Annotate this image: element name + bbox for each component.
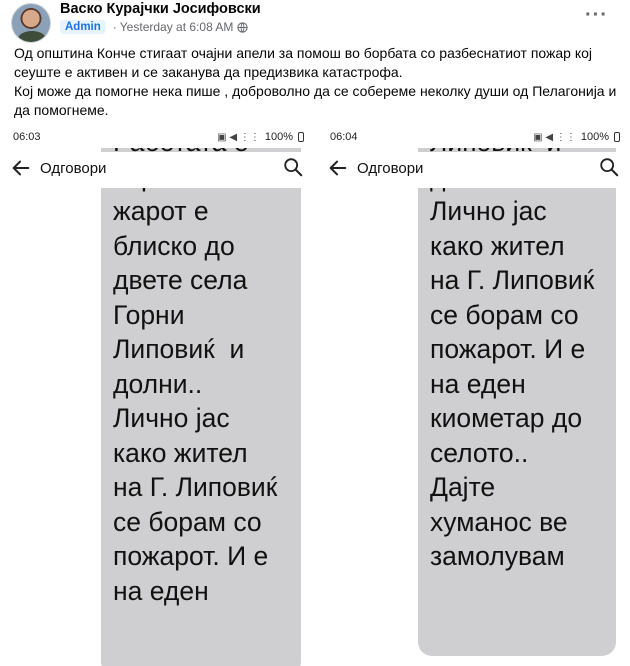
status-icons: ▣ ◀ ⋮⋮ 100% — [217, 131, 304, 143]
globe-icon — [237, 21, 249, 33]
post-text-paragraph-2: Кој може да помогне нека пише , добровол… — [14, 83, 617, 118]
status-time: 06:04 — [330, 131, 358, 143]
status-time: 06:03 — [13, 131, 41, 143]
app-bar-title: Одговори — [40, 160, 107, 177]
meta-separator: · — [112, 20, 117, 34]
app-bar-title: Одговори — [357, 160, 424, 177]
screenshot-right: Липовиќ и долни.. Лично јас како жител н… — [321, 126, 630, 666]
app-bar: Одговори — [321, 152, 630, 188]
notification-icons: ▣ ◀ ⋮⋮ — [217, 131, 260, 143]
post-text-paragraph-1: Од општина Конче стигаат очајни апели за… — [14, 45, 593, 80]
message-bubble: Работата е сириозна..По жарот е блиско д… — [101, 126, 301, 666]
status-bar: 06:04 ▣ ◀ ⋮⋮ 100% — [321, 126, 630, 148]
message-text: Работата е сириозна..По жарот е блиско д… — [113, 127, 278, 606]
search-icon[interactable] — [282, 156, 304, 178]
message-bubble: Липовиќ и долни.. Лично јас како жител н… — [418, 126, 616, 656]
screenshot-left: Работата е сириозна..По жарот е блиско д… — [4, 126, 314, 666]
admin-badge: Admin — [60, 20, 106, 34]
app-bar: Одговори — [4, 152, 314, 188]
status-bar: 06:03 ▣ ◀ ⋮⋮ 100% — [4, 126, 314, 148]
battery-icon — [298, 132, 304, 142]
battery-icon — [614, 132, 620, 142]
avatar-figure — [18, 31, 46, 42]
post-options-button[interactable]: ··· — [585, 4, 608, 27]
author-avatar[interactable] — [11, 3, 51, 43]
back-arrow-icon[interactable] — [327, 157, 349, 179]
search-icon[interactable] — [598, 156, 620, 178]
post-timestamp[interactable]: Yesterday at 6:08 AM — [120, 20, 234, 34]
post-author-name[interactable]: Васко Курајчки Јосифовски — [60, 1, 261, 17]
status-icons: ▣ ◀ ⋮⋮ 100% — [533, 131, 620, 143]
back-arrow-icon[interactable] — [10, 157, 32, 179]
battery-percent: 100% — [580, 131, 609, 143]
post-meta: Admin · Yesterday at 6:08 AM — [60, 20, 249, 34]
message-text: Липовиќ и долни.. Лично јас како жител н… — [430, 127, 595, 571]
battery-percent: 100% — [264, 131, 293, 143]
post-body: Од општина Конче стигаат очајни апели за… — [14, 44, 618, 120]
notification-icons: ▣ ◀ ⋮⋮ — [533, 131, 576, 143]
